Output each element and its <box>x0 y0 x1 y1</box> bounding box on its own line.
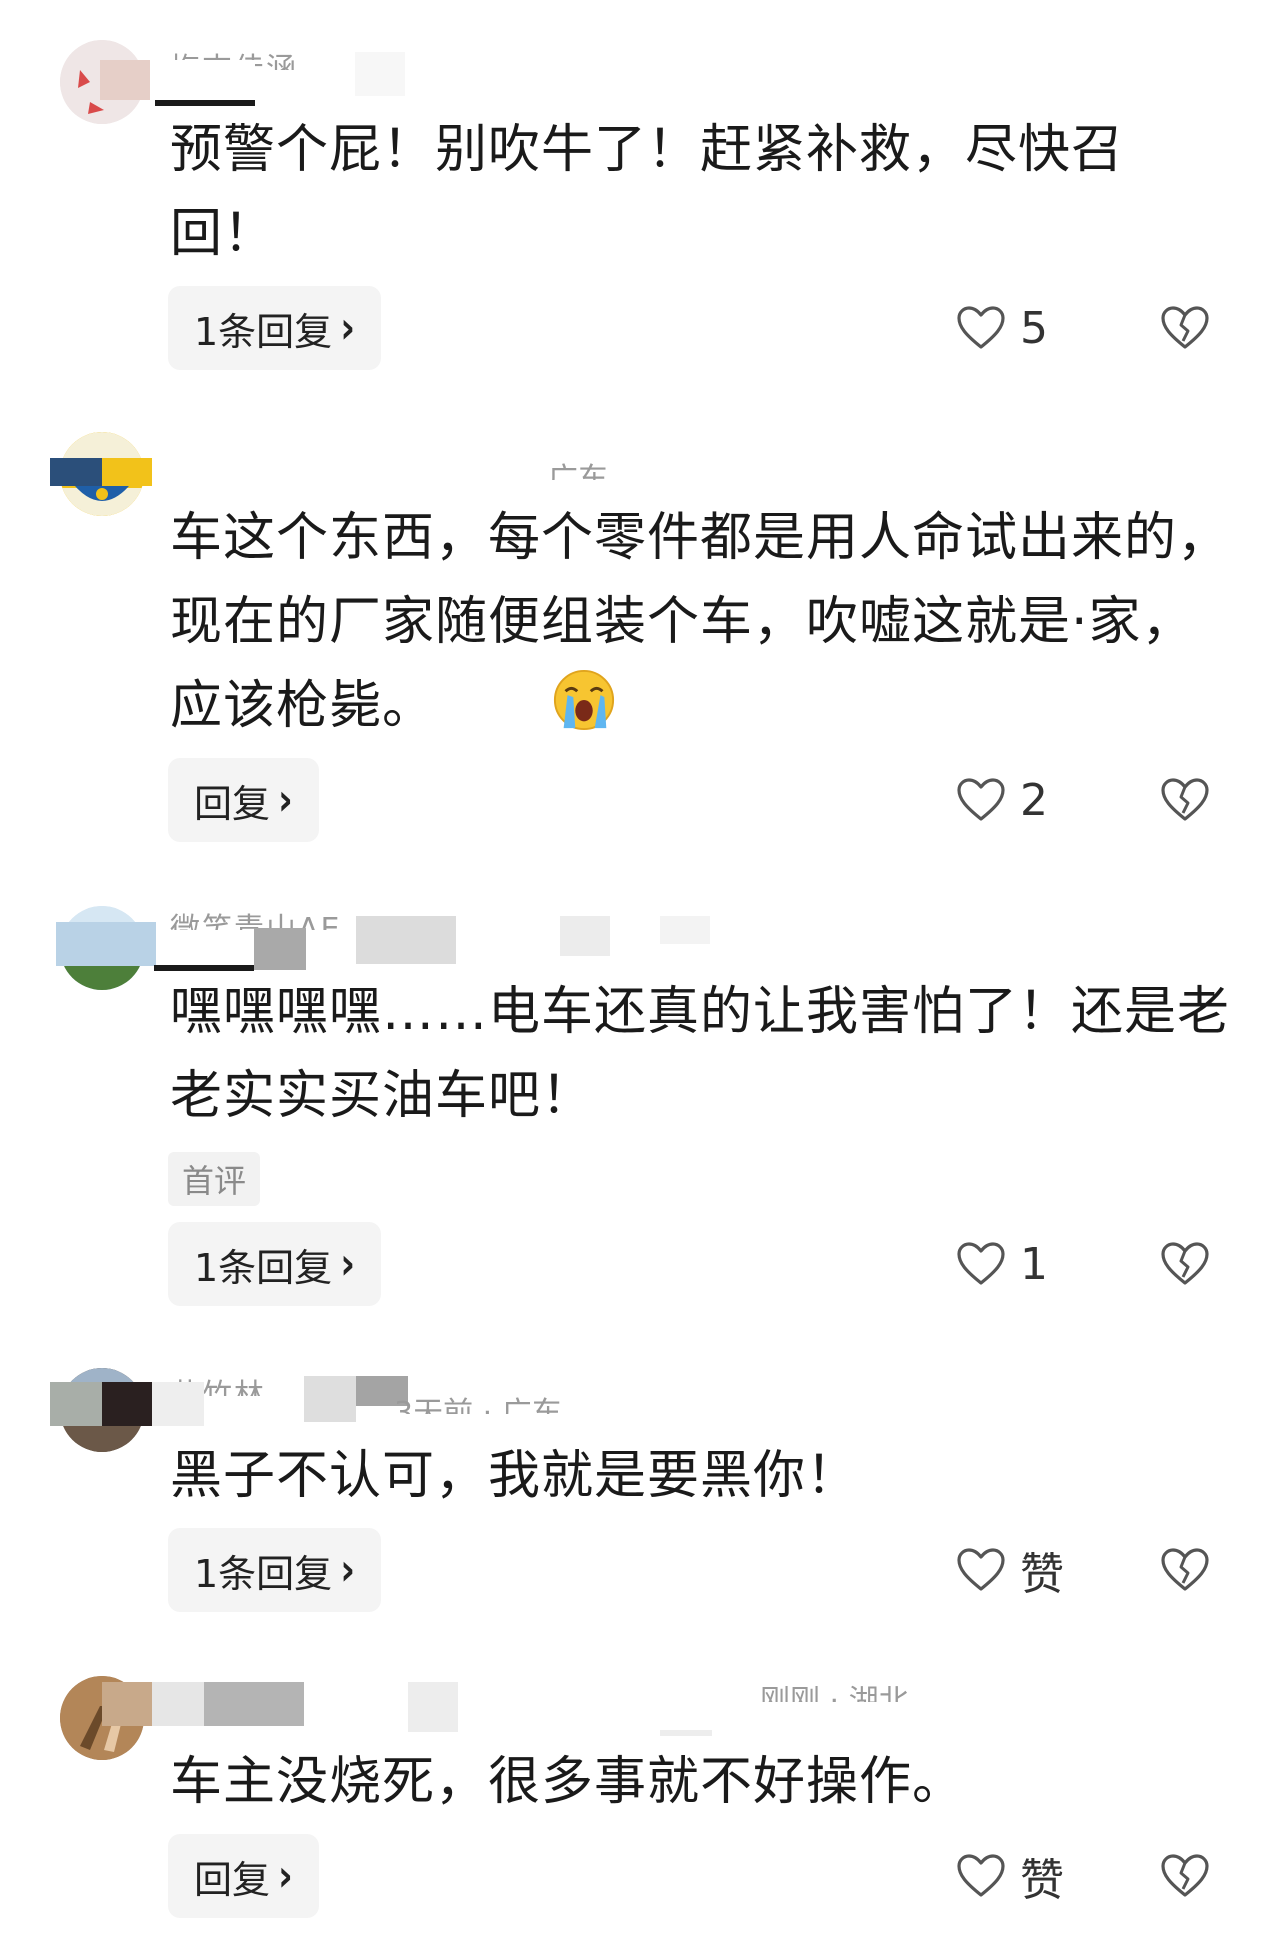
broken-heart-icon <box>1161 778 1209 821</box>
chevron-right-icon: › <box>340 303 356 353</box>
comment-text: 车这个东西，每个零件都是用人命试出来的，现在的厂家随便组装个车，吹嘘这就是·家，… <box>170 508 1231 736</box>
blurred-username-mask <box>408 1682 458 1732</box>
broken-heart-icon <box>1161 306 1209 349</box>
comment-location: 3天前 · 广东 <box>394 1396 562 1414</box>
comment-text: 嘿嘿嘿嘿……电车还真的让我害怕了！还是老老实实买油车吧！ <box>170 982 1231 1126</box>
like-count: 赞 <box>1020 1549 1064 1600</box>
blurred-username-mask <box>660 1730 712 1736</box>
blurred-username-mask <box>100 60 150 100</box>
like-button[interactable]: 5 <box>956 286 1048 370</box>
like-count: 5 <box>1020 302 1048 354</box>
reply-label: 回复 <box>194 781 271 826</box>
first-comment-tag: 首评 <box>168 1152 261 1206</box>
reply-button[interactable]: 1条回复 › <box>168 286 382 370</box>
comment-location: 广东 <box>548 462 608 480</box>
blurred-username-mask <box>560 916 610 956</box>
blurred-username-mask <box>204 1682 304 1726</box>
broken-heart-icon <box>1161 1548 1209 1591</box>
blurred-username-mask <box>102 1682 152 1726</box>
blurred-username-mask <box>254 928 306 970</box>
chevron-right-icon: › <box>278 1851 293 1901</box>
heart-outline-icon <box>957 1548 1005 1591</box>
reply-label: 1条回复 <box>194 309 333 354</box>
blurred-username-mask <box>356 916 456 964</box>
like-button[interactable]: 赞 <box>956 1528 1064 1612</box>
comment-text: 预警个屁！别吹牛了！赶紧补救，尽快召回！ <box>170 120 1125 264</box>
like-button[interactable]: 赞 <box>956 1834 1064 1918</box>
reply-label: 1条回复 <box>194 1551 333 1596</box>
dislike-button[interactable] <box>1160 1834 1210 1918</box>
blurred-username-mask <box>56 922 156 966</box>
blurred-username-mask <box>50 458 102 486</box>
like-button[interactable]: 1 <box>956 1222 1048 1306</box>
dislike-button[interactable] <box>1160 758 1210 842</box>
comment-text: 黑子不认可，我就是要黑你！ <box>170 1446 860 1506</box>
reply-button[interactable]: 1条回复 › <box>168 1222 382 1306</box>
blurred-username-mask <box>102 1382 152 1426</box>
username[interactable]: 微笑青山AE <box>170 908 341 930</box>
heart-outline-icon <box>957 1854 1005 1897</box>
like-button[interactable]: 2 <box>956 758 1048 842</box>
reply-label: 1条回复 <box>194 1245 333 1290</box>
reply-button[interactable]: 回复 › <box>168 1834 319 1918</box>
blurred-username-mask <box>152 1682 204 1726</box>
blurred-username-mask <box>355 52 405 96</box>
heart-outline-icon <box>957 778 1005 821</box>
broken-heart-icon <box>1161 1854 1209 1897</box>
like-count: 2 <box>1020 774 1048 826</box>
blurred-username-mask <box>155 100 255 106</box>
crying-emoji <box>553 669 615 731</box>
blurred-username-mask <box>150 60 255 100</box>
like-count: 1 <box>1020 1238 1048 1290</box>
broken-heart-icon <box>1161 1242 1209 1285</box>
chevron-right-icon: › <box>278 775 293 825</box>
comment-text: 车主没烧死，很多事就不好操作。 <box>170 1752 966 1812</box>
chevron-right-icon: › <box>340 1239 356 1289</box>
comment-location: 刚刚 · 湖北 <box>760 1684 909 1702</box>
blurred-username-mask <box>152 1382 204 1426</box>
chevron-right-icon: › <box>340 1545 356 1595</box>
blurred-username-mask <box>304 1376 356 1422</box>
blurred-username-mask <box>660 916 710 944</box>
dislike-button[interactable] <box>1160 286 1210 370</box>
like-count: 赞 <box>1020 1855 1064 1906</box>
blurred-username-mask <box>102 458 152 486</box>
reply-button[interactable]: 1条回复 › <box>168 1528 382 1612</box>
dislike-button[interactable] <box>1160 1528 1210 1612</box>
heart-outline-icon <box>957 306 1005 349</box>
heart-outline-icon <box>957 1242 1005 1285</box>
blurred-username-mask <box>50 1382 102 1426</box>
reply-button[interactable]: 回复 › <box>168 758 319 842</box>
dislike-button[interactable] <box>1160 1222 1210 1306</box>
reply-label: 回复 <box>194 1857 271 1902</box>
